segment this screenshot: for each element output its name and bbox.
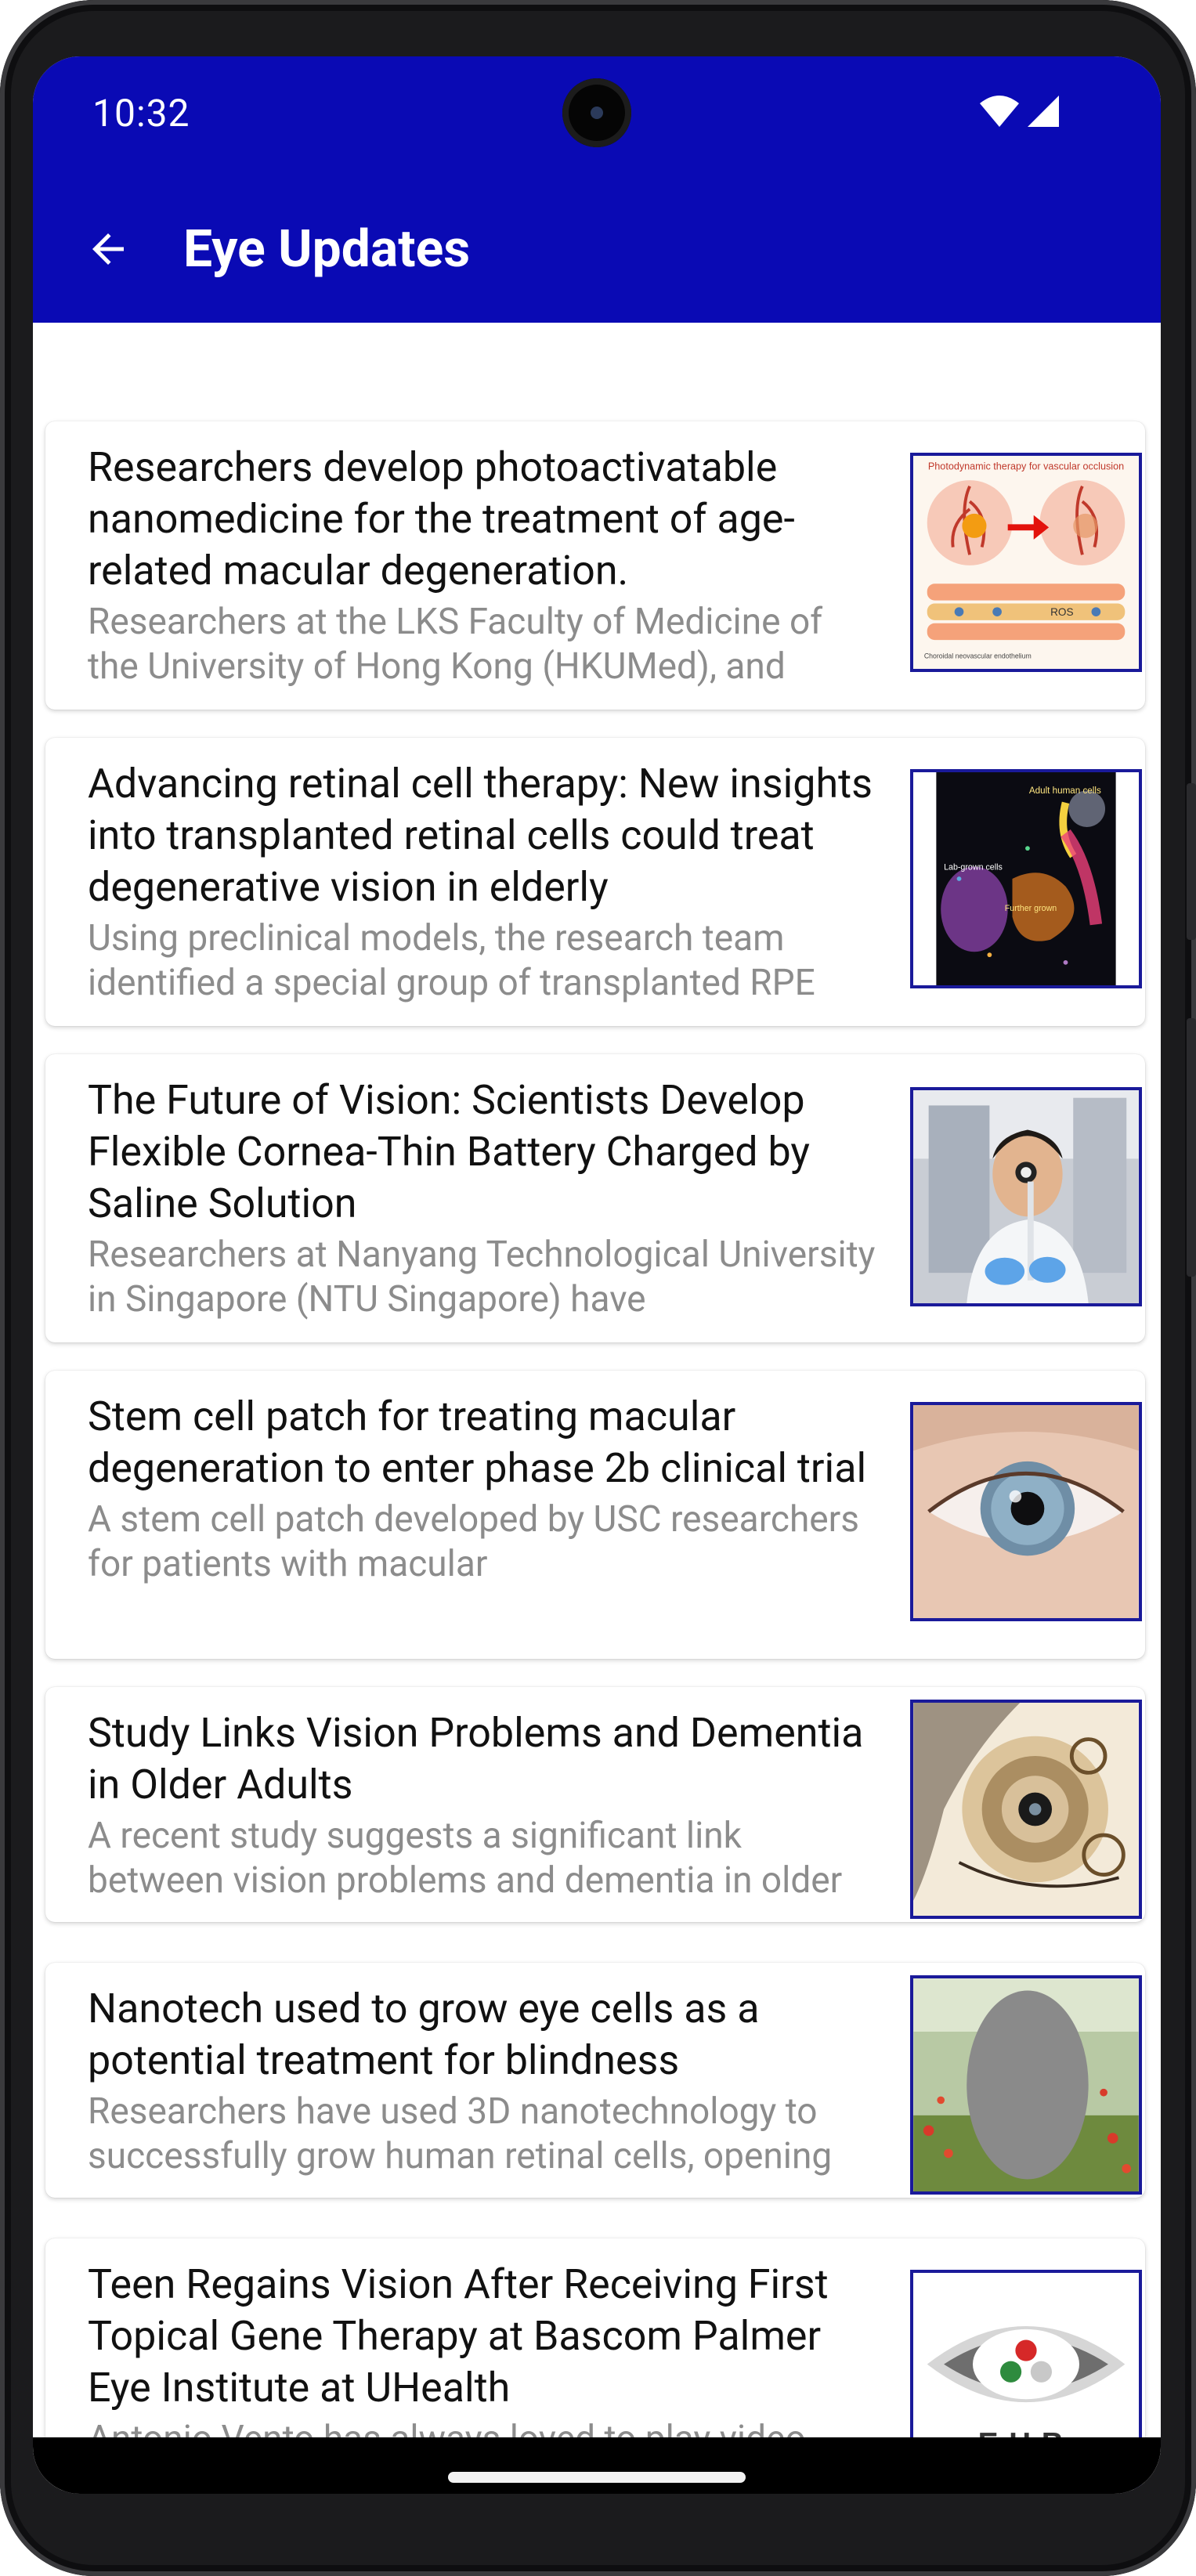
thumb-title: Photodynamic therapy for vascular occlus… xyxy=(928,461,1124,471)
scientist-photo xyxy=(913,1090,1139,1303)
card-text: Researchers develop photoactivatable nan… xyxy=(88,442,879,689)
navigation-bar xyxy=(33,2437,1161,2494)
screen: 10:32 Eye Updates Researchers develop ph… xyxy=(33,56,1161,2494)
therapy-diagram-image: Photodynamic therapy for vascular occlus… xyxy=(913,456,1139,669)
article-title: Advancing retinal cell therapy: New insi… xyxy=(88,760,873,911)
article-thumbnail[interactable]: Adult human cells Lab-grown cells Furthe… xyxy=(910,769,1142,988)
app-bar: 10:32 Eye Updates xyxy=(33,56,1161,323)
status-time: 10:32 xyxy=(92,91,190,135)
thumb-ros-label: ROS xyxy=(1050,606,1073,618)
news-card[interactable]: Stem cell patch for treating macular deg… xyxy=(45,1371,1145,1659)
volume-button xyxy=(1187,1018,1196,1277)
eye-closeup-photo xyxy=(913,1405,1139,1618)
thumb-caption: Choroidal neovascular endothelium xyxy=(924,652,1032,659)
back-button[interactable] xyxy=(80,221,136,277)
article-title: Study Links Vision Problems and Dementia… xyxy=(88,1709,864,1808)
article-summary: Using preclinical models, the research t… xyxy=(88,917,815,1004)
news-card[interactable]: Researchers develop photoactivatable nan… xyxy=(45,421,1145,710)
news-card[interactable]: Nanotech used to grow eye cells as a pot… xyxy=(45,1963,1145,2198)
card-text: Stem cell patch for treating macular deg… xyxy=(88,1391,879,1587)
article-thumbnail[interactable] xyxy=(910,1975,1142,2195)
thumb-label-further: Further grown xyxy=(1005,904,1057,913)
news-card[interactable]: Advancing retinal cell therapy: New insi… xyxy=(45,738,1145,1026)
blurred-field-photo xyxy=(913,1978,1139,2191)
arrow-back-icon xyxy=(92,233,124,265)
camera-cutout xyxy=(562,78,631,147)
article-title: The Future of Vision: Scientists Develop… xyxy=(88,1076,811,1227)
card-text: Advancing retinal cell therapy: New insi… xyxy=(88,758,879,1006)
card-text: The Future of Vision: Scientists Develop… xyxy=(88,1075,879,1322)
retinal-cells-image: Adult human cells Lab-grown cells Furthe… xyxy=(913,772,1139,985)
card-text: Study Links Vision Problems and Dementia… xyxy=(88,1707,879,1903)
signal-icon xyxy=(1028,96,1059,127)
mechanical-eye-art xyxy=(913,1703,1139,1916)
article-summary: Researchers at the LKS Faculty of Medici… xyxy=(88,601,823,688)
article-title: Researchers develop photoactivatable nan… xyxy=(88,443,795,594)
article-summary: Researchers have used 3D nanotechnology … xyxy=(88,2090,833,2177)
news-card[interactable]: Study Links Vision Problems and Dementia… xyxy=(45,1687,1145,1922)
device-frame: 10:32 Eye Updates Researchers develop ph… xyxy=(0,0,1196,2576)
power-button xyxy=(1187,783,1196,940)
article-thumbnail[interactable]: Photodynamic therapy for vascular occlus… xyxy=(910,453,1142,672)
article-thumbnail[interactable] xyxy=(910,1087,1142,1306)
thumb-label-adult: Adult human cells xyxy=(1029,786,1101,796)
article-thumbnail[interactable] xyxy=(910,1700,1142,1919)
article-summary: A recent study suggests a significant li… xyxy=(88,1815,843,1902)
thumb-label-lab: Lab-grown cells xyxy=(944,862,1003,872)
status-icons xyxy=(979,92,1061,130)
news-card[interactable]: The Future of Vision: Scientists Develop… xyxy=(45,1054,1145,1342)
card-text: Nanotech used to grow eye cells as a pot… xyxy=(88,1983,879,2179)
article-title: Teen Regains Vision After Receiving Firs… xyxy=(88,2260,829,2412)
article-thumbnail[interactable] xyxy=(910,1402,1142,1621)
news-list[interactable]: Researchers develop photoactivatable nan… xyxy=(33,323,1161,2491)
page-title: Eye Updates xyxy=(183,219,471,280)
home-gesture-handle[interactable] xyxy=(448,2472,746,2483)
article-title: Stem cell patch for treating macular deg… xyxy=(88,1393,867,1492)
article-title: Nanotech used to grow eye cells as a pot… xyxy=(88,1985,760,2084)
article-summary: A stem cell patch developed by USC resea… xyxy=(88,1498,860,1585)
wifi-icon xyxy=(980,96,1019,127)
article-summary: Researchers at Nanyang Technological Uni… xyxy=(88,1234,876,1321)
